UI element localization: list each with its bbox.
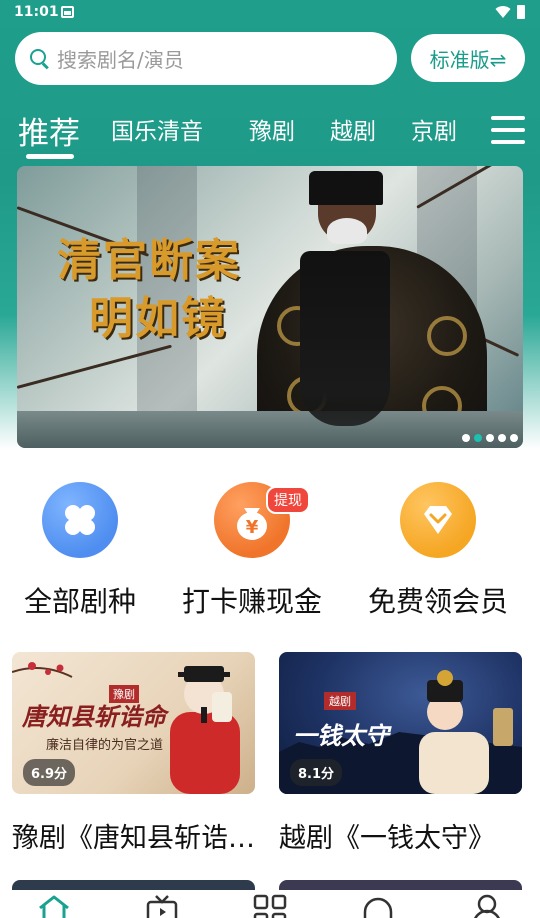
carousel-indicator xyxy=(462,434,518,442)
quick-action-label: 打卡赚现金 xyxy=(181,585,322,618)
wifi-icon xyxy=(495,6,511,19)
banner-figure-hat xyxy=(309,171,383,205)
drama-card[interactable]: 豫剧 唐知县斩诰命 廉洁自律的为官之道 6.9分 豫剧《唐知县斩诰命》 xyxy=(12,652,255,855)
tab-guoyue[interactable]: 国乐清音 xyxy=(111,112,203,146)
score-badge: 6.9分 xyxy=(23,759,76,786)
status-time: 11:01 xyxy=(14,4,59,20)
headphones-icon[interactable] xyxy=(361,894,395,918)
banner-title-line1: 清官断案 xyxy=(57,235,241,286)
vip-diamond-icon xyxy=(400,482,476,558)
thumbnail-title: 唐知县斩诰命 xyxy=(22,702,166,731)
status-bar: 11:01 xyxy=(0,0,540,26)
tv-icon[interactable] xyxy=(145,894,179,918)
battery-icon xyxy=(517,5,525,19)
drama-card-thumbnail: 豫剧 唐知县斩诰命 廉洁自律的为官之道 6.9分 xyxy=(12,652,255,794)
carousel-dot xyxy=(486,434,494,442)
banner-table xyxy=(17,411,523,448)
carousel-dot xyxy=(498,434,506,442)
banner-figure-beard xyxy=(300,251,390,426)
banner-title-line2: 明如镜 xyxy=(89,293,227,344)
quick-action-free-vip[interactable]: 免费领会员 xyxy=(358,482,518,620)
quick-action-checkin[interactable]: ¥ 提现 打卡赚现金 xyxy=(172,482,332,620)
tab-recommend[interactable]: 推荐 xyxy=(18,108,80,153)
banner-figure-mask xyxy=(327,218,367,244)
drama-card[interactable]: 越剧 一钱太守 8.1分 越剧《一钱太守》 xyxy=(279,652,522,855)
active-tab-indicator xyxy=(26,154,74,159)
version-switch-button[interactable]: 标准版⇌ xyxy=(411,34,525,82)
carousel-dot xyxy=(462,434,470,442)
carousel-dot xyxy=(510,434,518,442)
quick-action-label: 免费领会员 xyxy=(367,585,508,618)
home-icon[interactable] xyxy=(37,894,71,918)
drama-card-thumbnail: 越剧 一钱太守 8.1分 xyxy=(279,652,522,794)
person-icon[interactable] xyxy=(470,894,504,918)
money-bag-icon: ¥ 提现 xyxy=(214,482,310,558)
cashout-badge: 提现 xyxy=(266,486,310,514)
quick-action-label: 全部剧种 xyxy=(23,585,136,618)
category-tabs: 推荐 国乐清音 豫剧 越剧 京剧 xyxy=(0,104,540,160)
svg-text:¥: ¥ xyxy=(246,517,259,538)
tab-yuju[interactable]: 豫剧 xyxy=(249,112,295,146)
thumbnail-subtitle: 廉洁自律的为官之道 xyxy=(46,738,164,753)
search-input[interactable]: 搜索剧名/演员 xyxy=(15,32,397,85)
clover-icon xyxy=(42,482,118,558)
carousel-dot-active xyxy=(474,434,482,442)
search-icon xyxy=(29,48,51,70)
menu-icon[interactable] xyxy=(491,116,525,144)
quick-action-all-genres[interactable]: 全部剧种 xyxy=(0,482,160,620)
drama-card-title: 豫剧《唐知县斩诰命》 xyxy=(12,823,255,854)
tab-yueju[interactable]: 越剧 xyxy=(330,112,376,146)
thumbnail-tag: 越剧 xyxy=(324,692,356,710)
grid-icon[interactable] xyxy=(253,894,287,918)
drama-card-title: 越剧《一钱太守》 xyxy=(279,823,495,854)
thumbnail-title: 一钱太守 xyxy=(293,721,389,750)
bottom-navigation xyxy=(0,890,540,918)
score-badge: 8.1分 xyxy=(290,759,343,786)
search-placeholder: 搜索剧名/演员 xyxy=(57,48,184,72)
gallery-notification-icon xyxy=(61,6,74,18)
banner-carousel[interactable]: 清官断案 明如镜 xyxy=(17,166,523,448)
tab-jingju[interactable]: 京剧 xyxy=(411,112,457,146)
